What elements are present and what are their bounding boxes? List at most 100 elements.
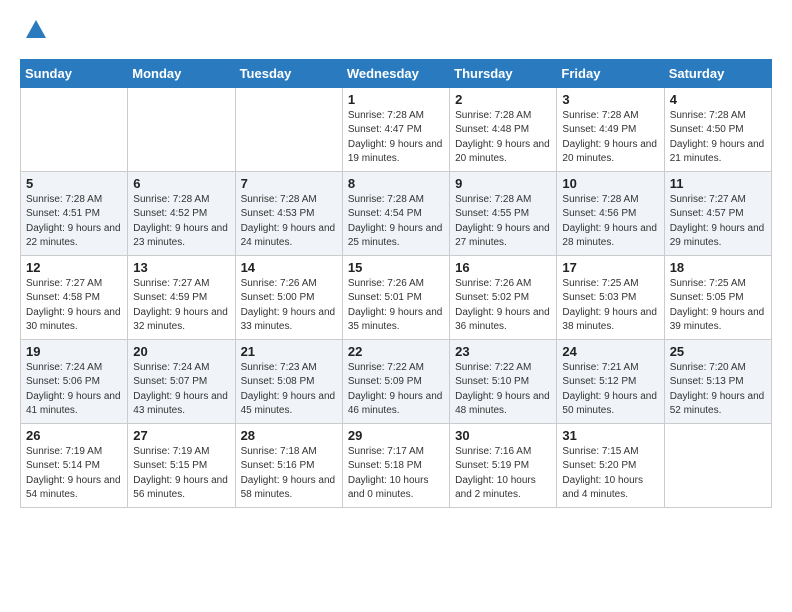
day-number: 31	[562, 428, 658, 443]
calendar-week-row: 12 Sunrise: 7:27 AM Sunset: 4:58 PM Dayli…	[21, 255, 772, 339]
day-number: 8	[348, 176, 444, 191]
calendar-cell: 13 Sunrise: 7:27 AM Sunset: 4:59 PM Dayli…	[128, 255, 235, 339]
day-info: Sunrise: 7:28 AM Sunset: 4:51 PM Dayligh…	[26, 193, 122, 251]
day-number: 21	[241, 344, 337, 359]
day-number: 22	[348, 344, 444, 359]
calendar-cell: 31 Sunrise: 7:15 AM Sunset: 5:20 PM Dayli…	[557, 423, 664, 507]
day-info: Sunrise: 7:24 AM Sunset: 5:07 PM Dayligh…	[133, 361, 229, 419]
weekday-header-thursday: Thursday	[450, 59, 557, 87]
calendar-week-row: 26 Sunrise: 7:19 AM Sunset: 5:14 PM Dayli…	[21, 423, 772, 507]
calendar-cell: 14Sunrise: 7:26 AM Sunset: 5:00 PM Dayli…	[235, 255, 342, 339]
day-number: 12	[26, 260, 122, 275]
day-number: 29	[348, 428, 444, 443]
day-number: 20	[133, 344, 229, 359]
day-info: Sunrise: 7:20 AM Sunset: 5:13 PM Dayligh…	[670, 361, 766, 419]
day-info: Sunrise: 7:28 AM Sunset: 4:48 PM Dayligh…	[455, 109, 551, 167]
day-number: 7	[241, 176, 337, 191]
calendar-cell: 30 Sunrise: 7:16 AM Sunset: 5:19 PM Dayli…	[450, 423, 557, 507]
calendar-cell: 24 Sunrise: 7:21 AM Sunset: 5:12 PM Dayli…	[557, 339, 664, 423]
day-info: Sunrise: 7:26 AM Sunset: 5:01 PM Dayligh…	[348, 277, 444, 335]
calendar-cell: 22 Sunrise: 7:22 AM Sunset: 5:09 PM Dayli…	[342, 339, 449, 423]
calendar-cell: 29 Sunrise: 7:17 AM Sunset: 5:18 PM Dayli…	[342, 423, 449, 507]
calendar-cell: 6Sunrise: 7:28 AM Sunset: 4:52 PM Daylig…	[128, 171, 235, 255]
weekday-header-tuesday: Tuesday	[235, 59, 342, 87]
calendar-table: SundayMondayTuesdayWednesdayThursdayFrid…	[20, 59, 772, 508]
header	[20, 16, 772, 49]
calendar-cell	[128, 87, 235, 171]
calendar-cell: 10 Sunrise: 7:28 AM Sunset: 4:56 PM Dayli…	[557, 171, 664, 255]
calendar-cell	[235, 87, 342, 171]
day-number: 23	[455, 344, 551, 359]
day-info: Sunrise: 7:17 AM Sunset: 5:18 PM Dayligh…	[348, 445, 444, 503]
calendar-cell: 21 Sunrise: 7:23 AM Sunset: 5:08 PM Dayli…	[235, 339, 342, 423]
weekday-header-monday: Monday	[128, 59, 235, 87]
calendar-cell: 1 Sunrise: 7:28 AM Sunset: 4:47 PM Daylig…	[342, 87, 449, 171]
weekday-header-wednesday: Wednesday	[342, 59, 449, 87]
calendar-cell: 11Sunrise: 7:27 AM Sunset: 4:57 PM Dayli…	[664, 171, 771, 255]
day-number: 1	[348, 92, 444, 107]
day-info: Sunrise: 7:16 AM Sunset: 5:19 PM Dayligh…	[455, 445, 551, 503]
day-info: Sunrise: 7:28 AM Sunset: 4:56 PM Dayligh…	[562, 193, 658, 251]
day-number: 28	[241, 428, 337, 443]
weekday-header-friday: Friday	[557, 59, 664, 87]
day-number: 26	[26, 428, 122, 443]
day-info: Sunrise: 7:28 AM Sunset: 4:50 PM Dayligh…	[670, 109, 766, 167]
day-info: Sunrise: 7:19 AM Sunset: 5:14 PM Dayligh…	[26, 445, 122, 503]
calendar-cell: 23 Sunrise: 7:22 AM Sunset: 5:10 PM Dayli…	[450, 339, 557, 423]
day-info: Sunrise: 7:26 AM Sunset: 5:02 PM Dayligh…	[455, 277, 551, 335]
day-number: 6	[133, 176, 229, 191]
day-info: Sunrise: 7:28 AM Sunset: 4:53 PM Dayligh…	[241, 193, 337, 251]
calendar-cell: 2 Sunrise: 7:28 AM Sunset: 4:48 PM Daylig…	[450, 87, 557, 171]
logo	[20, 16, 50, 49]
calendar-cell: 17Sunrise: 7:25 AM Sunset: 5:03 PM Dayli…	[557, 255, 664, 339]
day-number: 9	[455, 176, 551, 191]
calendar-cell: 25 Sunrise: 7:20 AM Sunset: 5:13 PM Dayli…	[664, 339, 771, 423]
day-number: 24	[562, 344, 658, 359]
calendar-cell: 12 Sunrise: 7:27 AM Sunset: 4:58 PM Dayli…	[21, 255, 128, 339]
day-info: Sunrise: 7:27 AM Sunset: 4:59 PM Dayligh…	[133, 277, 229, 335]
day-info: Sunrise: 7:18 AM Sunset: 5:16 PM Dayligh…	[241, 445, 337, 503]
day-number: 15	[348, 260, 444, 275]
calendar-cell	[664, 423, 771, 507]
calendar-cell: 27Sunrise: 7:19 AM Sunset: 5:15 PM Dayli…	[128, 423, 235, 507]
weekday-header-row: SundayMondayTuesdayWednesdayThursdayFrid…	[21, 59, 772, 87]
day-number: 5	[26, 176, 122, 191]
day-number: 10	[562, 176, 658, 191]
day-info: Sunrise: 7:21 AM Sunset: 5:12 PM Dayligh…	[562, 361, 658, 419]
calendar-cell: 26 Sunrise: 7:19 AM Sunset: 5:14 PM Dayli…	[21, 423, 128, 507]
calendar-week-row: 1 Sunrise: 7:28 AM Sunset: 4:47 PM Daylig…	[21, 87, 772, 171]
day-number: 13	[133, 260, 229, 275]
day-info: Sunrise: 7:22 AM Sunset: 5:09 PM Dayligh…	[348, 361, 444, 419]
day-info: Sunrise: 7:28 AM Sunset: 4:54 PM Dayligh…	[348, 193, 444, 251]
day-info: Sunrise: 7:15 AM Sunset: 5:20 PM Dayligh…	[562, 445, 658, 503]
day-number: 18	[670, 260, 766, 275]
day-number: 25	[670, 344, 766, 359]
calendar-cell: 8 Sunrise: 7:28 AM Sunset: 4:54 PM Daylig…	[342, 171, 449, 255]
calendar-week-row: 5 Sunrise: 7:28 AM Sunset: 4:51 PM Daylig…	[21, 171, 772, 255]
calendar-week-row: 19Sunrise: 7:24 AM Sunset: 5:06 PM Dayli…	[21, 339, 772, 423]
day-number: 4	[670, 92, 766, 107]
day-info: Sunrise: 7:27 AM Sunset: 4:58 PM Dayligh…	[26, 277, 122, 335]
day-number: 30	[455, 428, 551, 443]
calendar-cell: 15 Sunrise: 7:26 AM Sunset: 5:01 PM Dayli…	[342, 255, 449, 339]
day-info: Sunrise: 7:19 AM Sunset: 5:15 PM Dayligh…	[133, 445, 229, 503]
weekday-header-sunday: Sunday	[21, 59, 128, 87]
day-number: 11	[670, 176, 766, 191]
calendar-cell: 9Sunrise: 7:28 AM Sunset: 4:55 PM Daylig…	[450, 171, 557, 255]
logo-icon	[22, 16, 50, 44]
day-info: Sunrise: 7:23 AM Sunset: 5:08 PM Dayligh…	[241, 361, 337, 419]
weekday-header-saturday: Saturday	[664, 59, 771, 87]
calendar-cell: 5 Sunrise: 7:28 AM Sunset: 4:51 PM Daylig…	[21, 171, 128, 255]
day-info: Sunrise: 7:22 AM Sunset: 5:10 PM Dayligh…	[455, 361, 551, 419]
day-number: 16	[455, 260, 551, 275]
day-info: Sunrise: 7:28 AM Sunset: 4:47 PM Dayligh…	[348, 109, 444, 167]
day-number: 17	[562, 260, 658, 275]
calendar-cell: 19Sunrise: 7:24 AM Sunset: 5:06 PM Dayli…	[21, 339, 128, 423]
day-info: Sunrise: 7:28 AM Sunset: 4:49 PM Dayligh…	[562, 109, 658, 167]
calendar-cell: 28 Sunrise: 7:18 AM Sunset: 5:16 PM Dayli…	[235, 423, 342, 507]
page: SundayMondayTuesdayWednesdayThursdayFrid…	[0, 0, 792, 524]
day-number: 2	[455, 92, 551, 107]
calendar-cell: 7 Sunrise: 7:28 AM Sunset: 4:53 PM Daylig…	[235, 171, 342, 255]
day-info: Sunrise: 7:26 AM Sunset: 5:00 PM Dayligh…	[241, 277, 337, 335]
day-info: Sunrise: 7:25 AM Sunset: 5:05 PM Dayligh…	[670, 277, 766, 335]
